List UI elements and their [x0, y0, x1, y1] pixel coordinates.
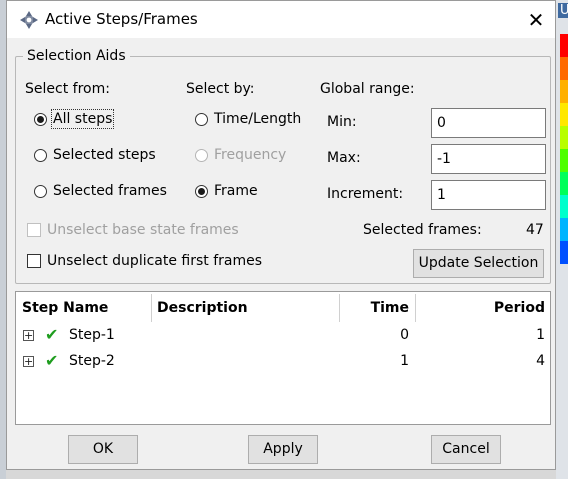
increment-field[interactable]: 1: [431, 180, 546, 210]
table-row[interactable]: + ✔ Step-1 0 1: [16, 325, 550, 353]
select-by-heading: Select by:: [186, 81, 255, 97]
apply-button[interactable]: Apply: [248, 435, 318, 464]
select-from-heading: Select from:: [25, 81, 110, 97]
dialog-title: Active Steps/Frames: [45, 10, 198, 28]
radio-time-length[interactable]: Time/Length: [195, 111, 301, 127]
legend-swatch: [560, 103, 568, 126]
active-check-icon: ✔: [45, 325, 59, 344]
radio-frequency: Frequency: [195, 147, 286, 163]
legend-swatch: [560, 195, 568, 218]
column-separator[interactable]: [415, 294, 416, 322]
legend-swatch: [560, 241, 568, 264]
checkbox-box: [27, 254, 41, 268]
step-name: Step-1: [69, 327, 115, 343]
unselect-base-state-checkbox: Unselect base state frames: [27, 222, 239, 238]
update-selection-button[interactable]: Update Selection: [413, 249, 544, 278]
min-field[interactable]: 0: [431, 108, 546, 138]
radio-indicator: [195, 148, 208, 162]
checkbox-label: Unselect duplicate first frames: [47, 253, 263, 269]
max-label: Max:: [327, 150, 361, 166]
step-period: 1: [536, 327, 545, 343]
column-separator[interactable]: [151, 294, 152, 322]
legend-swatch: [560, 126, 568, 149]
abaqus-app-icon: [20, 11, 38, 29]
min-label: Min:: [327, 114, 357, 130]
legend-swatch: [560, 80, 568, 103]
radio-label: Selected frames: [53, 183, 167, 199]
selected-frames-label: Selected frames:: [363, 222, 482, 238]
background-viewport-edge: U: [556, 0, 568, 479]
column-header-time[interactable]: Time: [346, 300, 409, 316]
table-row[interactable]: + ✔ Step-2 1 4: [16, 351, 550, 379]
radio-indicator-checked: [34, 112, 47, 126]
radio-label: All steps: [50, 109, 115, 129]
radio-indicator-checked: [195, 184, 208, 198]
expand-icon[interactable]: +: [23, 356, 34, 367]
global-range-heading: Global range:: [320, 81, 415, 97]
legend-swatch: [560, 34, 568, 57]
selected-frames-count: 47: [526, 222, 544, 238]
radio-selected-frames[interactable]: Selected frames: [34, 183, 167, 199]
step-time: 1: [400, 353, 409, 369]
unselect-duplicate-checkbox[interactable]: Unselect duplicate first frames: [27, 253, 262, 269]
radio-label: Time/Length: [214, 111, 302, 127]
radio-indicator: [195, 112, 208, 126]
checkbox-label: Unselect base state frames: [47, 222, 239, 238]
expand-icon[interactable]: +: [23, 330, 34, 341]
radio-label: Selected steps: [53, 147, 156, 163]
contour-legend-strip: [560, 34, 568, 264]
cancel-button[interactable]: Cancel: [431, 435, 501, 464]
close-icon[interactable]: ✕: [521, 6, 551, 34]
radio-indicator: [34, 184, 47, 198]
title-bar[interactable]: Active Steps/Frames ✕: [7, 1, 555, 38]
legend-swatch: [560, 57, 568, 80]
background-partial-label: U: [558, 3, 568, 18]
active-check-icon: ✔: [45, 351, 59, 370]
column-header-description[interactable]: Description: [157, 300, 248, 316]
radio-label: Frame: [214, 183, 258, 199]
legend-swatch: [560, 149, 568, 172]
active-steps-frames-dialog: Active Steps/Frames ✕ Selection Aids Sel…: [6, 0, 556, 470]
step-time: 0: [400, 327, 409, 343]
selection-aids-title: Selection Aids: [23, 48, 130, 64]
legend-swatch: [560, 218, 568, 241]
step-period: 4: [536, 353, 545, 369]
step-name: Step-2: [69, 353, 115, 369]
increment-label: Increment:: [327, 186, 404, 202]
max-field[interactable]: -1: [431, 144, 546, 174]
radio-indicator: [34, 148, 47, 162]
radio-selected-steps[interactable]: Selected steps: [34, 147, 156, 163]
column-header-period[interactable]: Period: [421, 300, 545, 316]
radio-label: Frequency: [214, 147, 287, 163]
ok-button[interactable]: OK: [68, 435, 138, 464]
column-separator[interactable]: [339, 294, 340, 322]
column-header-step-name[interactable]: Step Name: [22, 300, 108, 316]
radio-all-steps[interactable]: All steps: [34, 109, 115, 129]
legend-swatch: [560, 172, 568, 195]
checkbox-box: [27, 223, 41, 237]
steps-table: Step Name Description Time Period + ✔ St…: [15, 291, 551, 425]
radio-frame[interactable]: Frame: [195, 183, 258, 199]
